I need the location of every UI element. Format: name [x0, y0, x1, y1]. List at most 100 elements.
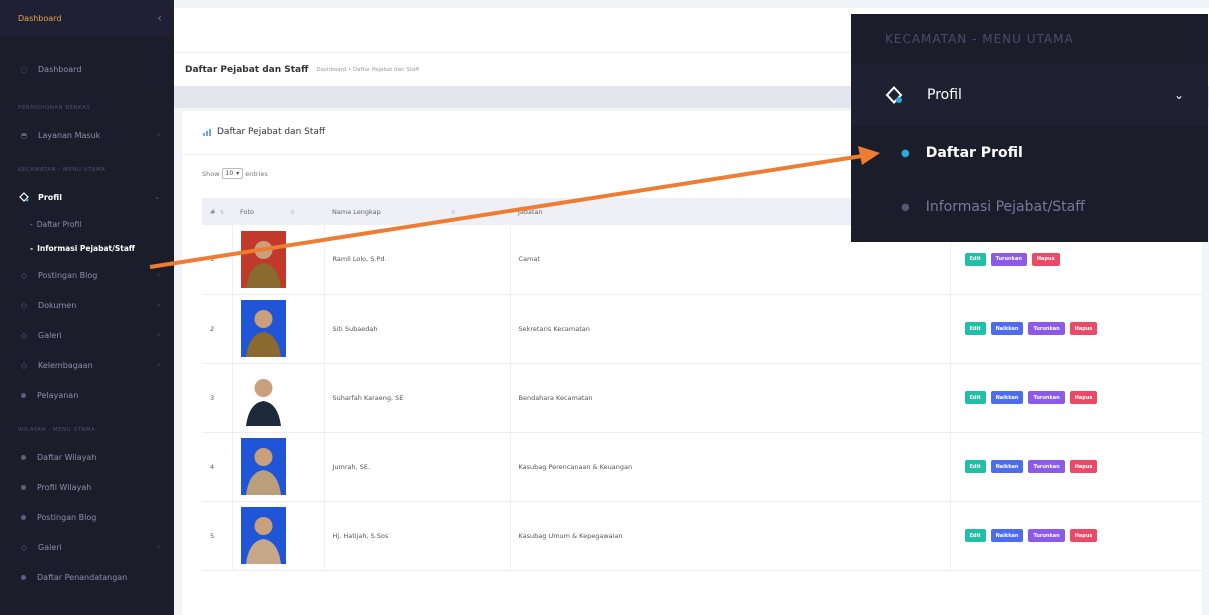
sort-icon: ⇅: [450, 209, 456, 216]
sidebar-item-label: Postingan Blog: [37, 512, 97, 522]
hapus-button[interactable]: Hapus: [1031, 252, 1060, 266]
chevron-right-icon: ›: [157, 301, 160, 309]
turunkan-button[interactable]: Turunkan: [1028, 391, 1065, 404]
cell-foto: [232, 501, 325, 570]
card-title: Daftar Pejabat dan Staff: [202, 127, 325, 137]
section-wilayah: WILAYAH - MENU UTAMA: [18, 427, 96, 433]
th-nama[interactable]: Nama Lengkap ⇅: [324, 198, 510, 225]
cell-jabatan: Bendahara Kecamatan: [510, 363, 951, 432]
cell-no: 1: [202, 225, 233, 294]
sidebar-item-galeri-wilayah[interactable]: ◇ Galeri ›: [0, 532, 174, 562]
sidebar: Dashboard ‹ ◌ Dashboard PERMOHONAN BERKA…: [0, 0, 174, 615]
row-actions: Edit Naikkan Turunkan Hapus: [964, 529, 1203, 542]
header-label: #: [210, 207, 216, 216]
staff-position: Kasubag Perencanaan & Keuangan: [518, 462, 633, 471]
turunkan-button[interactable]: Turunkan: [1028, 529, 1065, 542]
breadcrumb[interactable]: Dashboard • Daftar Pejabat dan Staff: [316, 67, 419, 73]
sidebar-item-layanan-masuk[interactable]: ◓ Layanan Masuk ›: [0, 120, 174, 150]
edit-button[interactable]: Edit: [964, 252, 986, 266]
cell-no: 2: [202, 294, 233, 363]
staff-photo: [240, 300, 286, 357]
staff-name: Jumrah, SE.: [332, 462, 371, 471]
staff-table: # ⇅ Foto ⇅ Nama Lengkap ⇅ Jabatan 1 Ramli L…: [202, 198, 1202, 571]
cell-nama: Siti Subaedah: [324, 294, 511, 363]
zoom-submenu-informasi-pejabat[interactable]: ● Informasi Pejabat/Staff: [851, 180, 1208, 234]
section-kecamatan: KECAMATAN - MENU UTAMA: [18, 167, 106, 173]
cell-nama: Suharfah Karaeng, SE: [324, 363, 511, 432]
sidebar-item-label: Profil Wilayah: [37, 482, 92, 492]
sidebar-item-label: Kelembagaan: [38, 360, 93, 370]
hapus-button[interactable]: Hapus: [1069, 529, 1098, 542]
hapus-button[interactable]: Hapus: [1069, 460, 1098, 473]
naikkan-button[interactable]: Naikkan: [990, 391, 1024, 404]
dot-icon: [21, 454, 26, 460]
sidebar-item-pelayanan[interactable]: Pelayanan: [0, 380, 174, 410]
sidebar-item-label: Galeri: [38, 330, 62, 340]
zoom-item-profil[interactable]: Profil ⌄: [851, 64, 1208, 126]
turunkan-button[interactable]: Turunkan: [1028, 322, 1065, 335]
show-label: Show: [202, 169, 220, 178]
row-actions: Edit Naikkan Turunkan Hapus: [964, 460, 1203, 473]
zoom-sub-label: Daftar Profil: [925, 145, 1023, 161]
entries-select[interactable]: 10 ▾: [221, 168, 244, 179]
inbox-icon: ◓: [20, 130, 28, 140]
th-no[interactable]: # ⇅: [202, 198, 232, 225]
cell-actions: Edit Naikkan Turunkan Hapus: [950, 294, 1202, 363]
cell-foto: [232, 225, 325, 294]
edit-button[interactable]: Edit: [964, 391, 986, 404]
sidebar-item-profil-wilayah[interactable]: Profil Wilayah: [0, 472, 174, 502]
collapse-icon[interactable]: ‹: [157, 11, 162, 25]
staff-position: Bendahara Kecamatan: [518, 393, 593, 402]
page-title: Daftar Pejabat dan Staff: [185, 64, 309, 75]
cell-jabatan: Sekretaris Kecamatan: [510, 294, 951, 363]
cell-actions: Edit Naikkan Turunkan Hapus: [950, 432, 1202, 501]
sidebar-item-dashboard[interactable]: ◌ Dashboard: [0, 54, 174, 84]
brand-label[interactable]: Dashboard: [18, 14, 61, 23]
th-foto[interactable]: Foto ⇅: [232, 198, 324, 225]
hapus-button[interactable]: Hapus: [1069, 391, 1098, 404]
zoom-sub-label: Informasi Pejabat/Staff: [925, 199, 1085, 215]
sidebar-item-profil[interactable]: Profil ⌄: [0, 182, 174, 212]
edit-button[interactable]: Edit: [964, 460, 986, 473]
submenu-daftar-profil[interactable]: - Daftar Profil: [0, 212, 174, 236]
sidebar-item-postingan-blog[interactable]: ◇ Postingan Blog ›: [0, 260, 174, 290]
row-number: 5: [210, 531, 215, 540]
sidebar-item-daftar-wilayah[interactable]: Daftar Wilayah: [0, 442, 174, 472]
edit-button[interactable]: Edit: [964, 529, 986, 542]
chevron-right-icon: ›: [157, 331, 160, 339]
sidebar-item-galeri[interactable]: ◇ Galeri ›: [0, 320, 174, 350]
hapus-button[interactable]: Hapus: [1069, 322, 1098, 335]
zoom-profil-label: Profil: [927, 87, 962, 103]
sidebar-item-dokumen[interactable]: ◇ Dokumen ›: [0, 290, 174, 320]
turunkan-button[interactable]: Turunkan: [1028, 460, 1065, 473]
card-title-text: Daftar Pejabat dan Staff: [217, 127, 326, 137]
cell-no: 3: [202, 363, 233, 432]
sidebar-item-label: Layanan Masuk: [38, 130, 101, 140]
zoom-submenu-daftar-profil[interactable]: ● Daftar Profil: [851, 126, 1208, 180]
naikkan-button[interactable]: Naikkan: [990, 322, 1024, 335]
drop-icon: ◇: [20, 542, 28, 552]
sidebar-item-postingan-blog-wilayah[interactable]: Postingan Blog: [0, 502, 174, 532]
naikkan-button[interactable]: Naikkan: [990, 529, 1024, 542]
sidebar-item-daftar-penandatangan[interactable]: Daftar Penandatangan: [0, 562, 174, 592]
row-number: 1: [210, 255, 215, 264]
entries-control: Show 10 ▾ entries: [202, 168, 268, 179]
table-row: 4 Jumrah, SE. Kasubag Perencanaan & Keuan…: [202, 432, 1202, 501]
table-row: 2 Siti Subaedah Sekretaris Kecamatan Edit…: [202, 294, 1202, 363]
submenu-informasi-pejabat[interactable]: - Informasi Pejabat/Staff: [0, 236, 174, 260]
section-permohonan: PERMOHONAN BERKAS: [18, 105, 91, 111]
home-icon: ◌: [20, 64, 28, 74]
naikkan-button[interactable]: Naikkan: [990, 460, 1024, 473]
row-number: 3: [210, 393, 215, 402]
sidebar-item-kelembagaan[interactable]: ◇ Kelembagaan ›: [0, 350, 174, 380]
chevron-down-icon: ▾: [236, 170, 240, 177]
sidebar-item-label: Galeri: [38, 542, 62, 552]
turunkan-button[interactable]: Turunkan: [990, 252, 1027, 266]
drop-icon: ◇: [20, 330, 28, 340]
chevron-right-icon: ›: [157, 543, 160, 551]
sidebar-item-label: Postingan Blog: [38, 270, 98, 280]
table-row: 5 Hj. Hatijah, S.Sos Kasubag Umum & Kepeg…: [202, 501, 1202, 570]
row-actions: Edit Naikkan Turunkan Hapus: [964, 391, 1203, 404]
sidebar-item-label: Daftar Wilayah: [37, 452, 97, 462]
edit-button[interactable]: Edit: [964, 322, 986, 335]
